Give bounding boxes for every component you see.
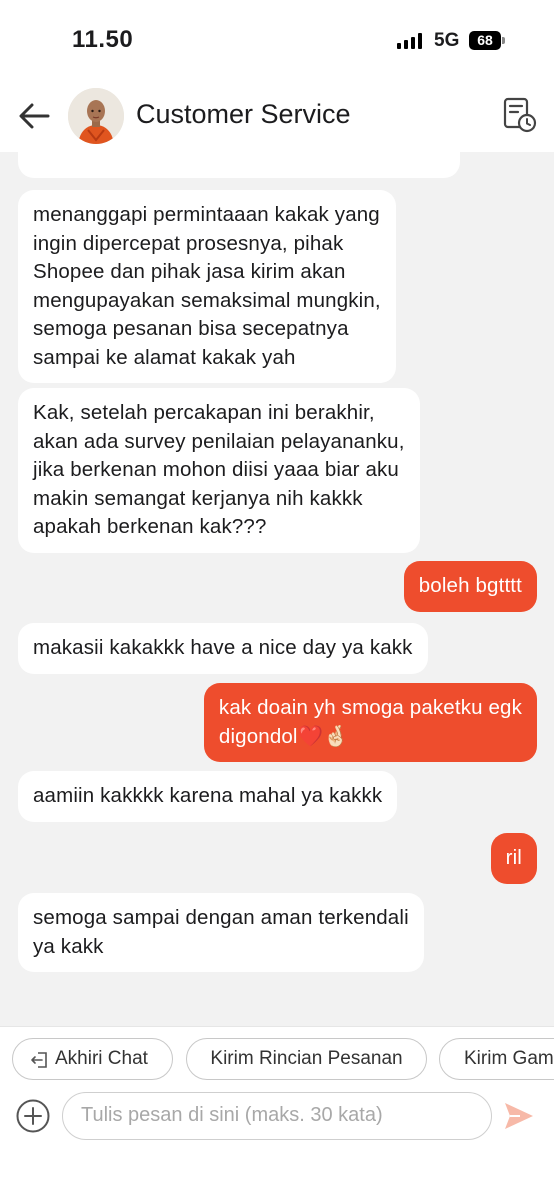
message-line: makin semangat kerjanya nih kakkk — [33, 486, 363, 510]
chip-label: Akhiri Chat — [55, 1048, 148, 1069]
send-image-chip[interactable]: Kirim Gam — [439, 1038, 554, 1080]
page-title: Customer Service — [136, 99, 351, 129]
message-bubble-partial — [18, 152, 460, 178]
message-line: digondol❤️🤞🏻 — [218, 724, 349, 748]
message-line: boleh bgtttt — [418, 574, 522, 597]
message-line: sampai ke alamat kakak yah — [33, 345, 296, 369]
composer — [0, 1092, 554, 1200]
message-input-field[interactable] — [62, 1092, 492, 1140]
signal-icon — [397, 33, 423, 49]
message-line: apakah berkenan kak??? — [33, 515, 267, 538]
message-line: Kak, setelah percakapan ini berakhir, — [33, 401, 375, 424]
message-input[interactable] — [81, 1093, 481, 1138]
message-outgoing: kak doain yh smoga paketku egk digondol❤… — [203, 683, 537, 762]
battery-icon: 68 — [469, 31, 505, 50]
message-incoming: makasii kakakkk have a nice day ya kakk — [18, 623, 428, 674]
chip-label: Kirim Rincian Pesanan — [210, 1048, 403, 1069]
message-line: ril — [505, 846, 522, 869]
chat-history-icon[interactable] — [498, 94, 538, 134]
message-line: jika berkenan mohon diisi yaaa biar aku — [33, 458, 399, 481]
status-bar: 11.50 5G 68 — [0, 0, 554, 80]
exit-icon — [29, 1046, 51, 1068]
message-line: ingin dipercepat prosesnya, pihak — [33, 231, 344, 255]
message-line: semoga pesanan bisa secepatnya — [33, 317, 349, 340]
message-line: aamiin kakkkk karena mahal ya kakkk — [33, 784, 383, 807]
message-line: makasii kakakkk have a nice day ya kakk — [33, 636, 413, 659]
chip-label: Kirim Gam — [464, 1048, 554, 1069]
message-line: kak doain yh smoga paketku egk — [218, 696, 522, 719]
quick-replies: Akhiri Chat Kirim Rincian Pesanan Kirim … — [0, 1026, 554, 1092]
message-outgoing: ril — [490, 833, 537, 884]
message-outgoing: boleh bgtttt — [403, 561, 537, 612]
chat-messages[interactable]: menanggapi permintaaan kakak yang ingin … — [0, 152, 554, 1026]
message-line: semoga sampai dengan aman terkendali — [33, 906, 409, 929]
message-line: akan ada survey penilaian pelayananku, — [33, 429, 405, 453]
chat-header: Customer Service — [0, 80, 554, 152]
status-time: 11.50 — [72, 26, 134, 53]
battery-level: 68 — [469, 31, 501, 50]
avatar[interactable] — [68, 88, 124, 144]
message-incoming: menanggapi permintaaan kakak yang ingin … — [18, 190, 396, 383]
message-incoming: aamiin kakkkk karena mahal ya kakkk — [18, 771, 398, 822]
send-order-details-chip[interactable]: Kirim Rincian Pesanan — [186, 1038, 427, 1080]
message-incoming: Kak, setelah percakapan ini berakhir, ak… — [18, 388, 420, 553]
send-icon[interactable] — [502, 1100, 536, 1132]
message-line: menanggapi permintaaan kakak yang — [33, 203, 380, 226]
message-line: ya kakk — [33, 934, 104, 958]
message-line: mengupayakan semaksimal mungkin, — [33, 288, 381, 312]
end-chat-chip[interactable]: Akhiri Chat — [12, 1038, 173, 1080]
message-incoming: semoga sampai dengan aman terkendali ya … — [18, 893, 424, 972]
network-label: 5G — [434, 30, 460, 51]
message-line: Shopee dan pihak jasa kirim akan — [33, 260, 346, 283]
plus-circle-icon[interactable] — [15, 1098, 51, 1134]
back-arrow-icon[interactable] — [14, 96, 54, 136]
